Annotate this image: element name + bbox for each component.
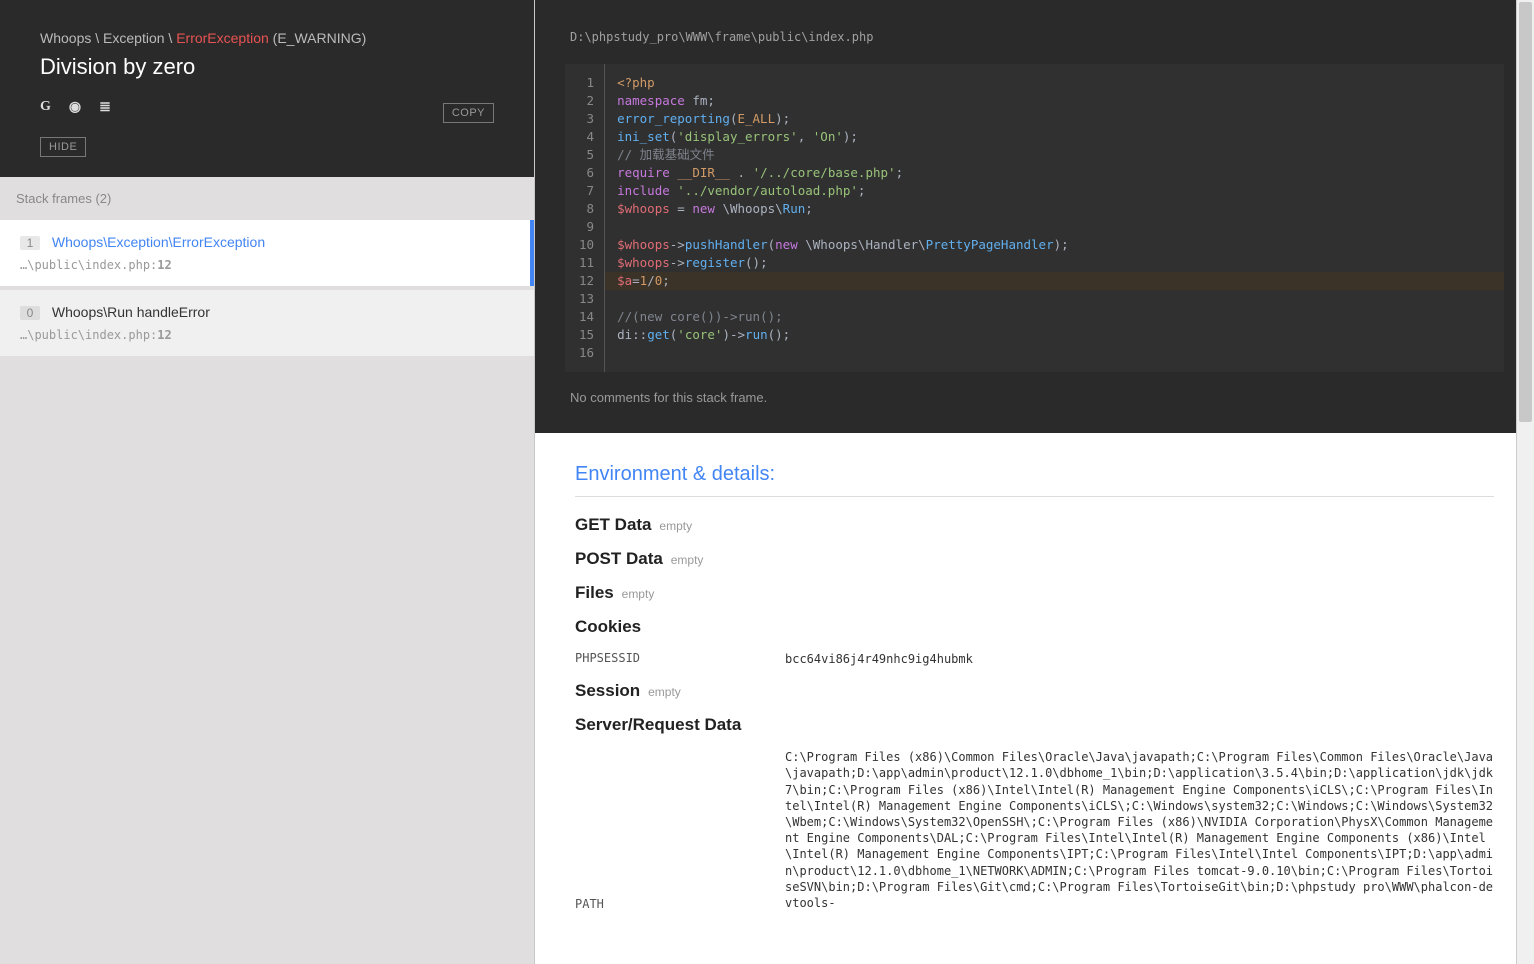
file-path: D:\phpstudy_pro\WWW\frame\public\index.p…	[535, 0, 1534, 64]
exception-header: Whoops \ Exception \ ErrorException (E_W…	[0, 0, 534, 177]
crumb-error: ErrorException	[176, 30, 269, 46]
env-details: Environment & details: GET Data empty PO…	[535, 433, 1534, 964]
session-label: Session	[575, 681, 640, 701]
stackoverflow-icon[interactable]: ≣	[99, 98, 111, 115]
kv-val: C:\Program Files (x86)\Common Files\Orac…	[785, 749, 1494, 911]
post-data-group: POST Data empty	[575, 549, 1494, 569]
empty-badge: empty	[659, 519, 692, 533]
crumb-2: Exception	[103, 30, 164, 46]
cookies-group: Cookies PHPSESSID bcc64vi86j4r49nhc9ig4h…	[575, 617, 1494, 667]
get-data-label: GET Data	[575, 515, 652, 535]
files-group: Files empty	[575, 583, 1494, 603]
files-label: Files	[575, 583, 614, 603]
no-comments: No comments for this stack frame.	[535, 372, 1534, 433]
google-icon[interactable]: G	[40, 99, 51, 115]
cookies-label: Cookies	[575, 617, 641, 637]
frame-file: …\public\index.php:12	[20, 328, 518, 342]
code-lines: <?php namespace fm; error_reporting(E_AL…	[605, 64, 1504, 372]
search-icons: G ◉ ≣	[40, 98, 111, 115]
frame-number: 1	[20, 236, 40, 250]
session-group: Session empty	[575, 681, 1494, 701]
kv-key: PATH	[575, 897, 785, 911]
crumb-1: Whoops	[40, 30, 91, 46]
post-data-label: POST Data	[575, 549, 663, 569]
server-label: Server/Request Data	[575, 715, 741, 735]
scrollbar[interactable]	[1516, 0, 1534, 964]
scrollbar-thumb[interactable]	[1519, 2, 1532, 422]
exception-title: Division by zero	[40, 54, 494, 80]
stack-frames-title: Stack frames (2)	[0, 177, 534, 220]
stack-frames-list: 1 Whoops\Exception\ErrorException …\publ…	[0, 220, 534, 964]
frame-class: Whoops\Run handleError	[52, 304, 210, 320]
stack-frame[interactable]: 0 Whoops\Run handleError …\public\index.…	[0, 290, 534, 356]
breadcrumb: Whoops \ Exception \ ErrorException (E_W…	[40, 30, 494, 46]
copy-button[interactable]: COPY	[443, 103, 494, 123]
right-panel: D:\phpstudy_pro\WWW\frame\public\index.p…	[535, 0, 1534, 964]
kv-row: PHPSESSID bcc64vi86j4r49nhc9ig4hubmk	[575, 637, 1494, 667]
left-panel: Whoops \ Exception \ ErrorException (E_W…	[0, 0, 535, 964]
frame-class: Whoops\Exception\ErrorException	[52, 234, 265, 250]
kv-row: PATH C:\Program Files (x86)\Common Files…	[575, 735, 1494, 911]
stack-frame[interactable]: 1 Whoops\Exception\ErrorException …\publ…	[0, 220, 534, 286]
hide-button[interactable]: HIDE	[40, 137, 86, 157]
kv-key: PHPSESSID	[575, 651, 785, 667]
empty-badge: empty	[622, 587, 655, 601]
get-data-group: GET Data empty	[575, 515, 1494, 535]
code-block: 12345678910111213141516 <?php namespace …	[565, 64, 1504, 372]
server-group: Server/Request Data PATH C:\Program File…	[575, 715, 1494, 911]
kv-val: bcc64vi86j4r49nhc9ig4hubmk	[785, 651, 1494, 667]
empty-badge: empty	[671, 553, 704, 567]
line-gutter: 12345678910111213141516	[565, 64, 605, 372]
severity: (E_WARNING)	[273, 30, 367, 46]
empty-badge: empty	[648, 685, 681, 699]
frame-number: 0	[20, 306, 40, 320]
frame-file: …\public\index.php:12	[20, 258, 514, 272]
env-title: Environment & details:	[575, 463, 1494, 497]
duckduckgo-icon[interactable]: ◉	[69, 98, 81, 115]
